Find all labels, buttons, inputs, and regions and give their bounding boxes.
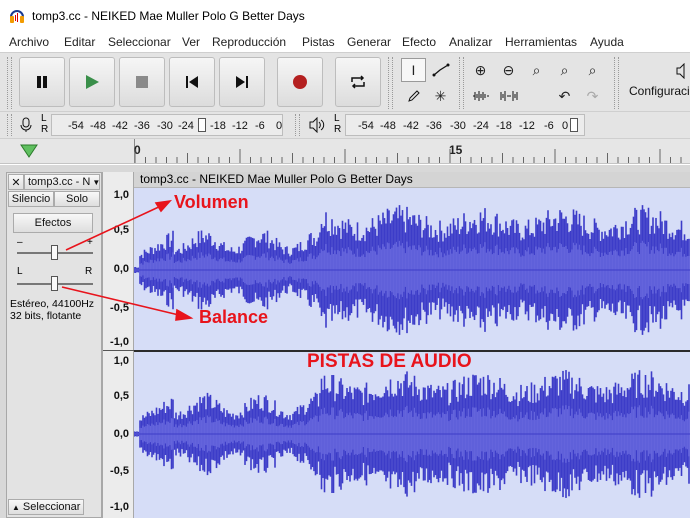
balance-arrow	[61, 286, 184, 317]
volume-annotation: Volumen	[174, 192, 249, 212]
volume-arrow	[65, 204, 164, 251]
tracks-annotation: PISTAS DE AUDIO	[307, 351, 472, 372]
volume-arrowhead-icon	[154, 199, 173, 213]
balance-annotation: Balance	[199, 307, 269, 327]
balance-arrowhead-icon	[175, 308, 194, 321]
annotation-arrows	[61, 199, 194, 321]
